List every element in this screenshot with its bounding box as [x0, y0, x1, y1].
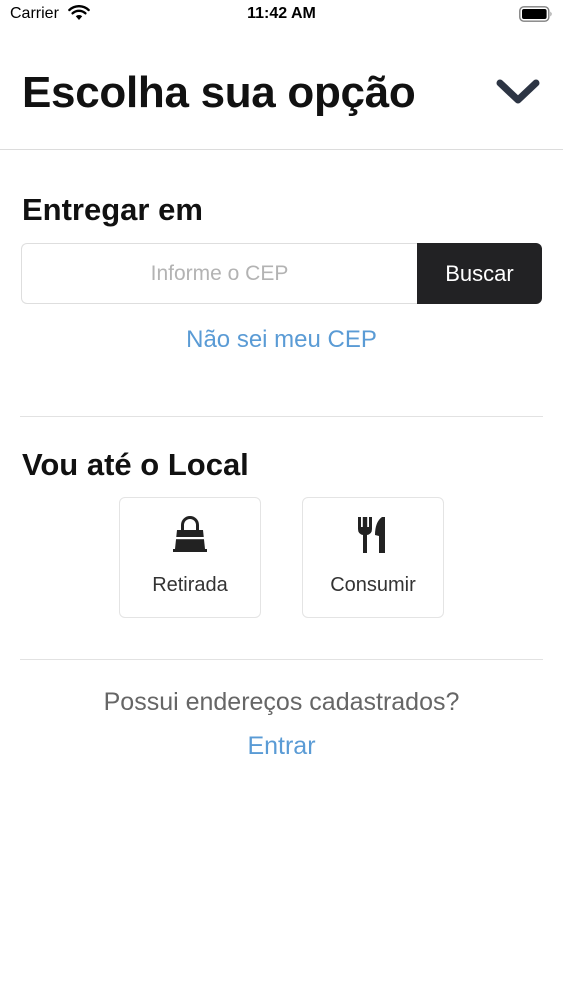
- dine-in-option-card[interactable]: Consumir: [302, 497, 444, 618]
- status-time: 11:42 AM: [247, 5, 316, 22]
- pickup-option-label: Retirada: [152, 574, 228, 596]
- battery-icon: [519, 6, 552, 22]
- unknown-cep-link[interactable]: Não sei meu CEP: [0, 326, 563, 354]
- registered-addresses-question: Possui endereços cadastrados?: [103, 688, 460, 716]
- collapse-button[interactable]: [492, 72, 544, 112]
- header: Escolha sua opção: [0, 48, 563, 148]
- local-section-title: Vou até o Local: [22, 447, 249, 482]
- header-divider: [0, 149, 563, 150]
- section-divider: [20, 416, 543, 417]
- fork-knife-icon: [358, 517, 385, 553]
- dine-in-option-label: Consumir: [330, 574, 416, 596]
- chevron-down-icon: [496, 79, 540, 104]
- cep-input[interactable]: [21, 243, 417, 304]
- page-title: Escolha sua opção: [22, 68, 416, 117]
- cep-search-group: Buscar: [21, 243, 542, 304]
- pickup-option-card[interactable]: Retirada: [119, 497, 261, 618]
- section-divider: [20, 659, 543, 660]
- search-button[interactable]: Buscar: [417, 243, 542, 304]
- shopping-bag-icon: [173, 516, 207, 552]
- login-link[interactable]: Entrar: [0, 732, 563, 761]
- delivery-section-title: Entregar em: [22, 192, 203, 227]
- status-bar: Carrier 11:42 AM: [0, 0, 563, 30]
